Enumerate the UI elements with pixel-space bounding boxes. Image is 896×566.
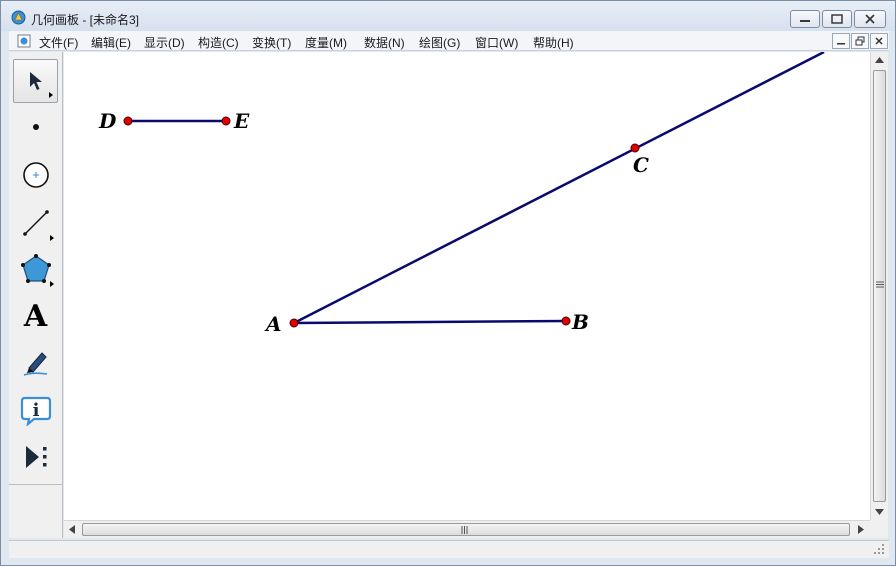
restore-icon [855, 36, 865, 46]
menu-file[interactable]: 文件(F) [39, 34, 78, 51]
title-bar[interactable]: 几何画板 - [未命名3] [1, 1, 895, 31]
tool-options-indicator [50, 281, 54, 287]
document-icon[interactable] [17, 34, 31, 48]
toolbox-divider [9, 484, 62, 485]
menu-measure[interactable]: 度量(M) [305, 34, 347, 51]
minimize-icon [837, 43, 845, 45]
marker-tool[interactable] [13, 341, 58, 385]
close-icon [865, 14, 875, 24]
document-minimize-button[interactable] [832, 33, 850, 49]
compass-icon [22, 162, 49, 188]
scroll-left-icon[interactable] [69, 525, 75, 534]
scrollbar-corner [870, 520, 888, 538]
compass-tool[interactable] [13, 153, 58, 197]
information-tool[interactable]: i [13, 388, 58, 432]
minimize-icon [800, 20, 810, 22]
horizontal-scroll-thumb[interactable] [82, 523, 850, 536]
horizontal-scrollbar[interactable] [64, 520, 870, 538]
resize-grip-icon[interactable] [873, 543, 885, 555]
grip-icon [461, 526, 468, 534]
menu-help[interactable]: 帮助(H) [533, 34, 574, 51]
close-icon [875, 37, 883, 45]
straightedge-tool[interactable] [13, 201, 58, 245]
point-tool[interactable] [13, 105, 58, 149]
text-tool[interactable]: A [13, 295, 58, 339]
label-B[interactable]: B [571, 310, 589, 334]
scroll-up-icon[interactable] [875, 57, 884, 63]
label-E[interactable]: E [233, 109, 250, 133]
ray-AC[interactable] [293, 52, 825, 325]
menu-display[interactable]: 显示(D) [144, 34, 185, 51]
menu-edit[interactable]: 编辑(E) [91, 34, 131, 51]
document-close-button[interactable] [870, 33, 888, 49]
menu-construct[interactable]: 构造(C) [198, 34, 239, 51]
arrow-icon [29, 72, 42, 90]
toolbox: A i [9, 52, 63, 538]
app-window: 几何画板 - [未命名3] 文件(F) 编辑(E) 显示(D) 构造(C) 变换… [0, 0, 896, 566]
marker-icon [23, 352, 47, 376]
point-icon [32, 124, 39, 130]
point-C[interactable] [630, 143, 640, 153]
straightedge-icon [22, 210, 49, 236]
menu-data[interactable]: 数据(N) [364, 34, 405, 51]
tool-options-indicator [50, 235, 54, 241]
menu-graph[interactable]: 绘图(G) [419, 34, 460, 51]
custom-tool[interactable] [13, 435, 58, 479]
point-D[interactable] [123, 116, 133, 126]
grip-icon [876, 281, 884, 288]
label-A[interactable]: A [264, 312, 282, 336]
point-E[interactable] [221, 116, 231, 126]
vertical-scrollbar[interactable] [870, 52, 888, 520]
point-A[interactable] [289, 318, 299, 328]
label-D[interactable]: D [98, 109, 117, 133]
window-title: 几何画板 - [未命名3] [31, 13, 140, 27]
svg-text:i: i [32, 400, 39, 421]
app-logo-icon [11, 10, 26, 25]
segment-AB[interactable] [293, 319, 567, 325]
arrow-tool[interactable] [13, 59, 58, 103]
custom-tools-icon [25, 446, 46, 468]
menu-bar: 文件(F) 编辑(E) 显示(D) 构造(C) 变换(T) 度量(M) 数据(N… [9, 31, 889, 51]
menu-window[interactable]: 窗口(W) [475, 34, 518, 51]
point-B[interactable] [561, 316, 571, 326]
restore-button[interactable] [822, 10, 852, 28]
polygon-tool[interactable] [13, 247, 58, 291]
label-C[interactable]: C [633, 153, 649, 177]
status-bar [9, 540, 889, 558]
vertical-scroll-thumb[interactable] [873, 70, 886, 502]
restore-icon [831, 14, 843, 24]
menu-transform[interactable]: 变换(T) [252, 34, 291, 51]
sketch-canvas[interactable]: D E C A B [64, 52, 870, 520]
scroll-right-icon[interactable] [858, 525, 864, 534]
information-icon: i [20, 396, 51, 426]
polygon-icon [20, 254, 51, 283]
scroll-down-icon[interactable] [875, 509, 884, 515]
sketch-drawing[interactable]: D E C A B [64, 52, 870, 520]
close-button[interactable] [854, 10, 886, 28]
minimize-button[interactable] [790, 10, 820, 28]
document-restore-button[interactable] [851, 33, 869, 49]
text-icon: A [23, 299, 48, 334]
tool-options-indicator [49, 92, 53, 98]
